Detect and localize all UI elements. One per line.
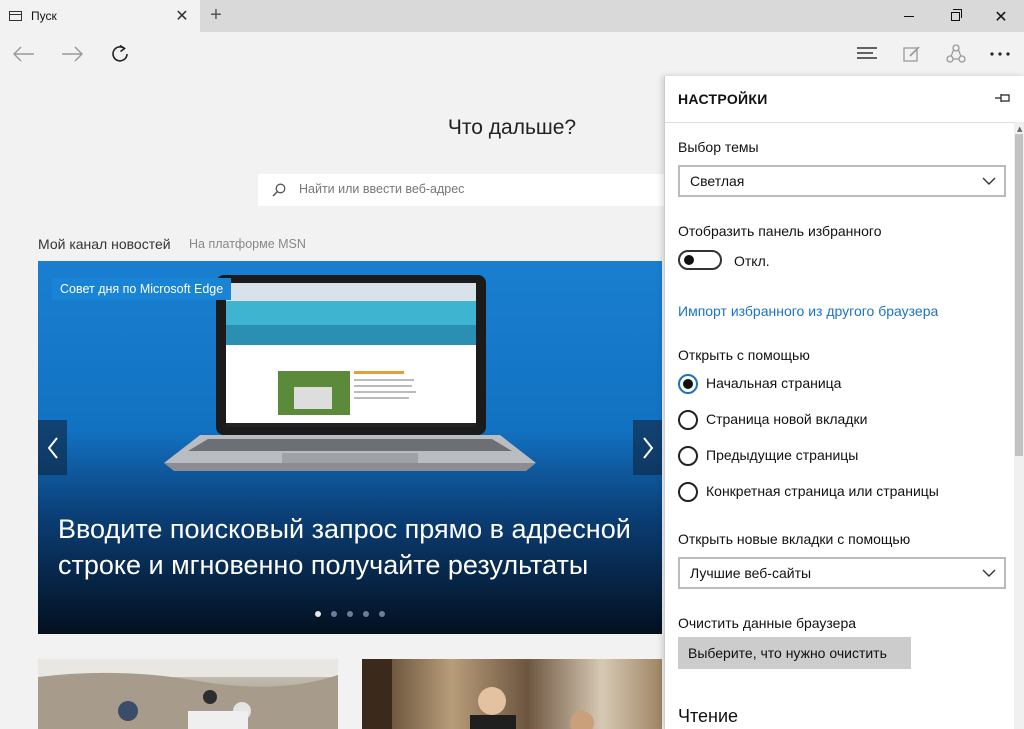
radio-button[interactable]	[678, 410, 698, 430]
theme-label: Выбор темы	[678, 139, 759, 155]
laptop-illustration	[164, 275, 536, 471]
scrollbar-thumb[interactable]	[1015, 134, 1023, 456]
carousel-dot[interactable]	[379, 611, 385, 617]
new-tab-icon[interactable]: +	[206, 5, 226, 26]
chevron-left-icon	[47, 436, 58, 459]
carousel-dot[interactable]	[363, 611, 369, 617]
radio-label: Предыдущие страницы	[706, 447, 859, 463]
settings-panel: НАСТРОЙКИ ▲ Выбор темы Светлая Отобразит…	[664, 76, 1024, 729]
radio-button-selected[interactable]	[678, 374, 698, 394]
close-window-button[interactable]: ✕	[978, 0, 1024, 32]
news-feed-source[interactable]: На платформе MSN	[189, 237, 306, 251]
page-headline: Что дальше?	[447, 116, 577, 139]
carousel-dot[interactable]	[315, 611, 321, 617]
hero-carousel[interactable]: Совет дня по Microsoft Edge Вводите поис…	[38, 261, 662, 634]
reading-heading: Чтение	[678, 706, 739, 726]
news-card-image[interactable]	[38, 659, 338, 729]
divider	[665, 122, 1024, 123]
radio-label: Конкретная страница или страницы	[706, 483, 939, 499]
page-icon	[9, 11, 22, 21]
share-button[interactable]	[941, 40, 971, 68]
navigation-bar	[0, 32, 1024, 76]
chevron-down-icon	[982, 569, 996, 577]
forward-arrow-icon	[62, 46, 83, 62]
toggle-knob	[684, 255, 694, 265]
favorites-bar-state: Откл.	[734, 253, 770, 269]
hub-icon	[857, 47, 877, 59]
minimize-button[interactable]	[886, 0, 932, 32]
chevron-down-icon	[982, 177, 996, 185]
back-arrow-icon	[13, 46, 34, 62]
favorites-bar-toggle[interactable]	[678, 250, 722, 270]
search-icon	[272, 183, 286, 197]
radio-button[interactable]	[678, 446, 698, 466]
tab-close-icon[interactable]: ✕	[174, 8, 190, 24]
news-photo-beach	[38, 659, 338, 729]
carousel-dots	[315, 611, 385, 617]
scroll-up-icon[interactable]: ▲	[1017, 125, 1022, 133]
refresh-icon	[112, 44, 128, 62]
news-feed-heading: Мой канал новостей	[38, 236, 171, 252]
news-card-image[interactable]	[362, 659, 662, 729]
tab-start[interactable]: Пуск ✕	[0, 0, 200, 32]
pin-icon[interactable]	[994, 92, 1012, 104]
theme-value: Светлая	[690, 173, 745, 189]
carousel-dot[interactable]	[347, 611, 353, 617]
search-input[interactable]: Найти или ввести веб-адрес	[258, 174, 664, 206]
clear-data-label: Очистить данные браузера	[678, 615, 857, 631]
more-button[interactable]	[985, 40, 1015, 68]
carousel-prev-button[interactable]	[38, 420, 67, 475]
tab-bar: Пуск ✕ + ✕	[0, 0, 1024, 32]
favorites-bar-label: Отобразить панель избранного	[678, 223, 882, 239]
close-icon: ✕	[994, 6, 1008, 26]
news-photo-people	[362, 659, 594, 729]
carousel-dot[interactable]	[331, 611, 337, 617]
hero-title[interactable]: Вводите поисковый запрос прямо в адресно…	[58, 511, 658, 583]
start-page: Что дальше? Найти или ввести веб-адрес М…	[0, 76, 664, 729]
restore-button[interactable]	[932, 0, 978, 32]
back-button[interactable]	[9, 40, 39, 68]
open-with-label: Открыть с помощью	[678, 347, 810, 363]
minimize-icon	[904, 15, 914, 17]
hero-tag: Совет дня по Microsoft Edge	[52, 278, 232, 300]
hub-button[interactable]	[852, 40, 882, 68]
refresh-button[interactable]	[105, 40, 135, 68]
settings-title: НАСТРОЙКИ	[678, 91, 768, 107]
tab-title: Пуск	[31, 9, 57, 23]
share-icon	[946, 44, 966, 63]
radio-button[interactable]	[678, 482, 698, 502]
chevron-right-icon	[642, 436, 653, 459]
web-note-button[interactable]	[897, 40, 927, 68]
restore-icon	[950, 8, 962, 21]
search-placeholder: Найти или ввести веб-адрес	[299, 182, 465, 196]
forward-button[interactable]	[57, 40, 87, 68]
import-favorites-link[interactable]: Импорт избранного из другого браузера	[678, 303, 938, 319]
carousel-next-button[interactable]	[633, 420, 662, 475]
web-note-icon	[903, 46, 920, 62]
new-tabs-label: Открыть новые вкладки с помощью	[678, 531, 911, 547]
radio-label: Начальная страница	[706, 375, 842, 391]
radio-label: Страница новой вкладки	[706, 411, 868, 427]
new-tabs-value: Лучшие веб-сайты	[690, 565, 812, 581]
more-icon	[990, 52, 1010, 56]
theme-dropdown[interactable]: Светлая	[678, 165, 1006, 197]
new-tabs-dropdown[interactable]: Лучшие веб-сайты	[678, 557, 1006, 589]
choose-what-to-clear-button[interactable]: Выберите, что нужно очистить	[678, 637, 911, 669]
